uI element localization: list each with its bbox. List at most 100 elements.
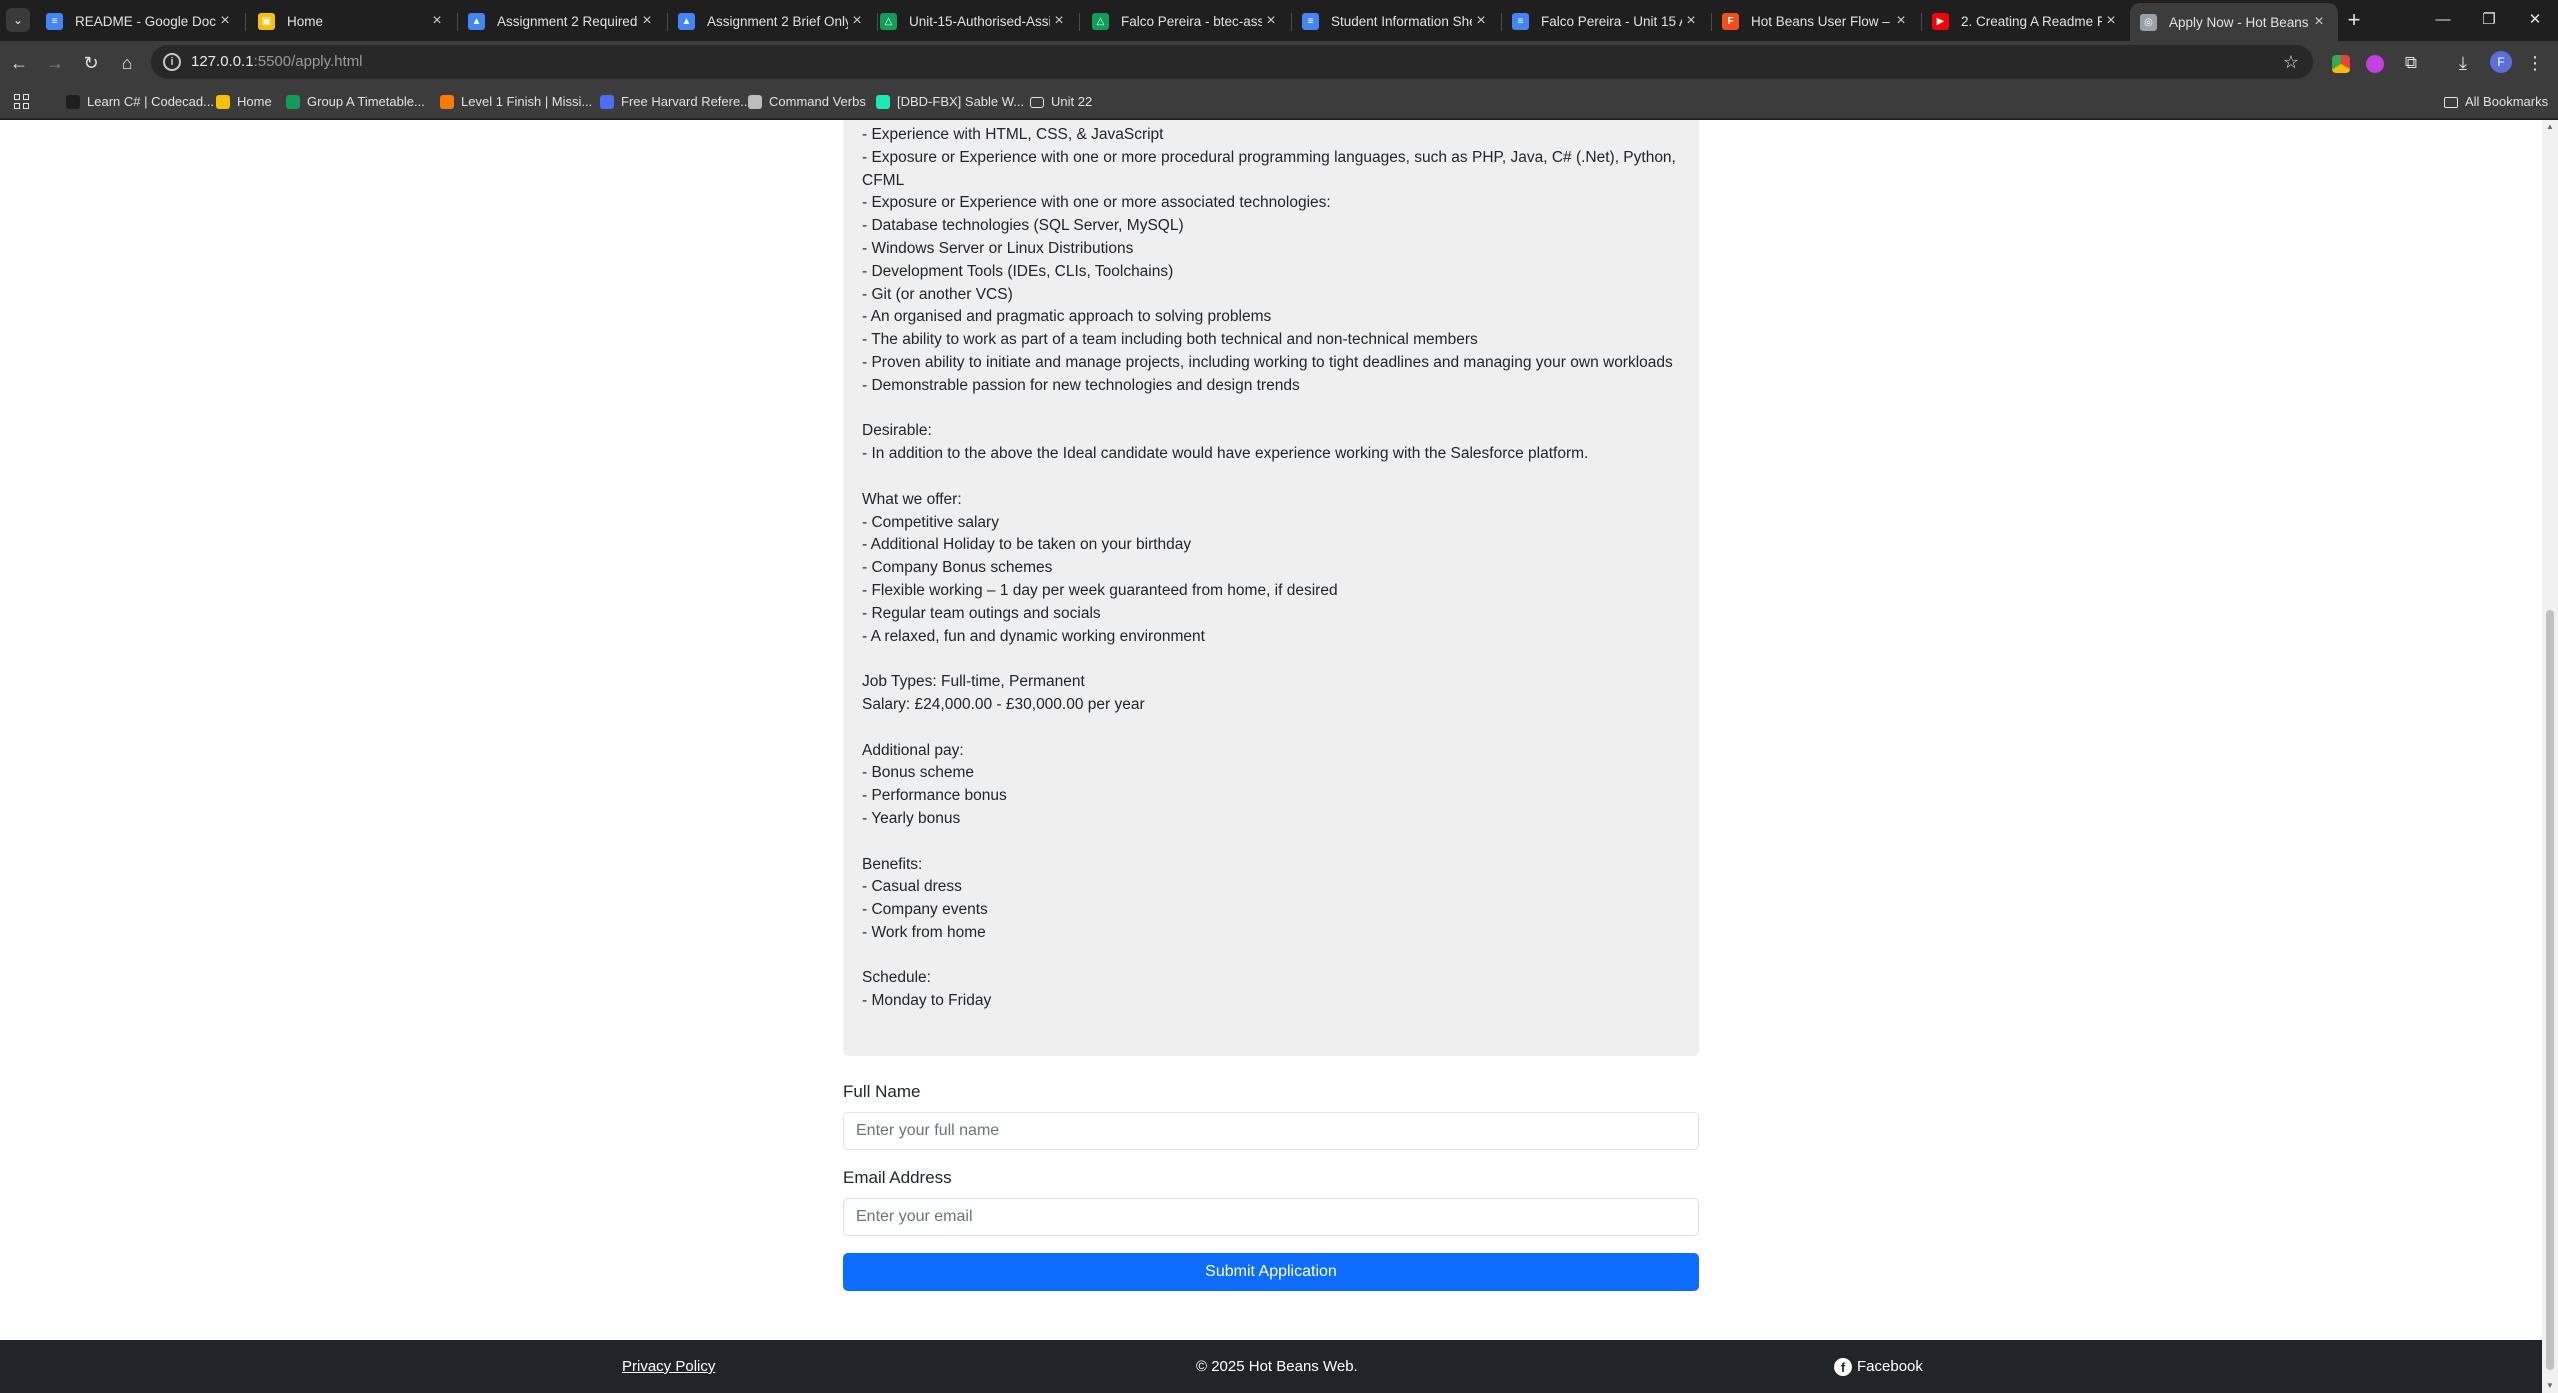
description-line	[862, 648, 1680, 671]
scroll-up-icon[interactable]: ▲	[2545, 122, 2555, 132]
facebook-link[interactable]: f Facebook	[1834, 1340, 1923, 1393]
tab-favicon-icon: ≡	[1302, 12, 1319, 30]
extension-icon[interactable]	[2366, 55, 2384, 73]
bookmark-label: Unit 22	[1051, 94, 1093, 109]
email-input[interactable]	[843, 1198, 1699, 1236]
bookmark-item[interactable]: Free Harvard Refere...	[600, 85, 751, 119]
tab-favicon-icon: △	[880, 12, 897, 30]
tab[interactable]: ≡ Student Information Shee ×	[1292, 5, 1500, 37]
full-name-label: Full Name	[843, 1082, 921, 1101]
scroll-thumb[interactable]	[2546, 610, 2554, 1370]
extensions-puzzle-icon[interactable]: ⧉	[2396, 48, 2426, 78]
address-bar[interactable]: i 127.0.0.1:5500/apply.html ☆	[151, 45, 2313, 79]
description-line: - Additional Holiday to be taken on your…	[862, 536, 1192, 554]
tab[interactable]: F Hot Beans User Flow – Fig×	[1712, 5, 1920, 37]
tab-title: Unit-15-Authorised-Assig	[909, 13, 1050, 29]
tab-close-icon[interactable]: ×	[1050, 12, 1068, 30]
scroll-down-icon[interactable]: ▼	[2545, 1381, 2555, 1391]
footer: Privacy Policy © 2025 Hot Beans Web. f Fa…	[0, 1340, 2542, 1393]
description-line: Job Types: Full-time, Permanent	[862, 673, 1085, 691]
description-line: - An organised and pragmatic approach to…	[862, 308, 1272, 326]
tab-favicon-icon: ▶	[1932, 12, 1949, 30]
url-path: :5500/apply.html	[253, 53, 363, 70]
bookmark-item[interactable]: Group A Timetable...	[286, 85, 425, 119]
tab-close-icon[interactable]: ×	[1472, 12, 1490, 30]
description-line: - Work from home	[862, 923, 986, 941]
email-label: Email Address	[843, 1168, 952, 1187]
tab-close-icon[interactable]: ×	[2102, 12, 2120, 30]
tab-search-icon[interactable]: ⌄	[6, 8, 30, 32]
tab[interactable]: ▲ Assignment 2 Brief Only ×	[668, 5, 876, 37]
description-line	[862, 717, 1680, 740]
bookmark-item[interactable]: Home	[216, 85, 272, 119]
tab-separator	[245, 13, 246, 31]
bookmark-star-icon[interactable]: ☆	[2283, 45, 2299, 79]
bookmark-label: Group A Timetable...	[307, 94, 425, 109]
description-line: - Database technologies (SQL Server, MyS…	[862, 217, 1184, 235]
apps-grid-icon[interactable]	[14, 94, 30, 110]
drive-extension-icon[interactable]	[2332, 55, 2350, 73]
tab[interactable]: ▶ 2. Creating A Readme File×	[1922, 5, 2130, 37]
bookmark-item[interactable]: Unit 22	[1030, 85, 1092, 119]
home-icon[interactable]: ⌂	[112, 48, 142, 78]
tab[interactable]: △ Unit-15-Authorised-Assig ×	[870, 5, 1078, 37]
tab-title: 2. Creating A Readme File	[1961, 13, 2102, 29]
tab[interactable]: ◎ Apply Now - Hot Beans W ×	[2130, 3, 2338, 41]
tab-close-icon[interactable]: ×	[638, 12, 656, 30]
tab-close-icon[interactable]: ×	[1682, 12, 1700, 30]
url-host: 127.0.0.1	[191, 53, 254, 70]
tab[interactable]: △ Falco Pereira - btec-asses×	[1082, 5, 1290, 37]
tab[interactable]: ≡ README - Google Docs ×	[36, 5, 244, 37]
page-scrollbar[interactable]: ▲ ▼	[2542, 120, 2558, 1393]
url-text[interactable]: 127.0.0.1:5500/apply.html	[191, 45, 363, 79]
description-line: - Performance bonus	[862, 787, 1007, 805]
job-description: - Experience with HTML, CSS, & JavaScrip…	[843, 120, 1699, 1056]
profile-avatar[interactable]: F	[2490, 51, 2512, 73]
tab-close-icon[interactable]: ×	[848, 12, 866, 30]
bookmark-favicon-icon	[876, 95, 890, 109]
privacy-policy-link[interactable]: Privacy Policy	[622, 1340, 715, 1393]
new-tab-icon[interactable]: +	[2340, 6, 2368, 34]
tab-title: Assignment 2 Required Fi	[497, 13, 638, 29]
minimize-icon[interactable]: —	[2420, 4, 2466, 36]
tab[interactable]: ▣ Home ×	[248, 5, 456, 37]
tab-close-icon[interactable]: ×	[1262, 12, 1280, 30]
tab-close-icon[interactable]: ×	[216, 12, 234, 30]
download-icon[interactable]: ⤓	[2448, 48, 2478, 78]
tab[interactable]: ▲ Assignment 2 Required Fi ×	[458, 5, 666, 37]
tab-title: Assignment 2 Brief Only	[707, 13, 848, 29]
tab-separator	[1079, 13, 1080, 31]
tab-favicon-icon: ▲	[678, 12, 695, 30]
bookmark-favicon-icon	[440, 95, 454, 109]
tab-favicon-icon: F	[1722, 12, 1739, 30]
facebook-label: Facebook	[1857, 1358, 1923, 1375]
tab-close-icon[interactable]: ×	[1892, 12, 1910, 30]
description-line: - Experience with HTML, CSS, & JavaScrip…	[862, 126, 1164, 143]
full-name-input[interactable]	[843, 1112, 1699, 1150]
bookmark-label: Home	[237, 94, 272, 109]
tab-title: Falco Pereira - Unit 15 As	[1541, 13, 1682, 29]
bookmark-item[interactable]: Level 1 Finish | Missi...	[440, 85, 592, 119]
tab-close-icon[interactable]: ×	[428, 12, 446, 30]
copyright-text: © 2025 Hot Beans Web.	[1196, 1358, 1358, 1375]
site-info-icon[interactable]: i	[163, 53, 181, 71]
tab-close-icon[interactable]: ×	[2310, 13, 2328, 31]
bookmark-item[interactable]: Command Verbs	[748, 85, 866, 119]
description-line	[862, 945, 1680, 968]
description-line: - Yearly bonus	[862, 809, 961, 827]
reload-icon[interactable]: ↻	[76, 48, 106, 78]
description-line: - Git (or another VCS)	[862, 285, 1013, 303]
forward-icon[interactable]: →	[40, 48, 70, 78]
bookmark-favicon-icon	[748, 95, 762, 109]
bookmark-item[interactable]: Learn C# | Codecad...	[66, 85, 214, 119]
all-bookmarks[interactable]: All Bookmarks	[2444, 85, 2548, 119]
tab[interactable]: ≡ Falco Pereira - Unit 15 As ×	[1502, 5, 1710, 37]
back-icon[interactable]: ←	[4, 48, 34, 78]
tab-title: Hot Beans User Flow – Fig	[1751, 13, 1892, 29]
bookmark-item[interactable]: [DBD-FBX] Sable W...	[876, 85, 1024, 119]
tab-favicon-icon: △	[1092, 12, 1109, 30]
submit-application-button[interactable]: Submit Application	[843, 1253, 1699, 1291]
close-window-icon[interactable]: ✕	[2512, 4, 2558, 36]
menu-kebab-icon[interactable]: ⋮	[2520, 48, 2550, 78]
restore-icon[interactable]: ❐	[2466, 4, 2512, 36]
